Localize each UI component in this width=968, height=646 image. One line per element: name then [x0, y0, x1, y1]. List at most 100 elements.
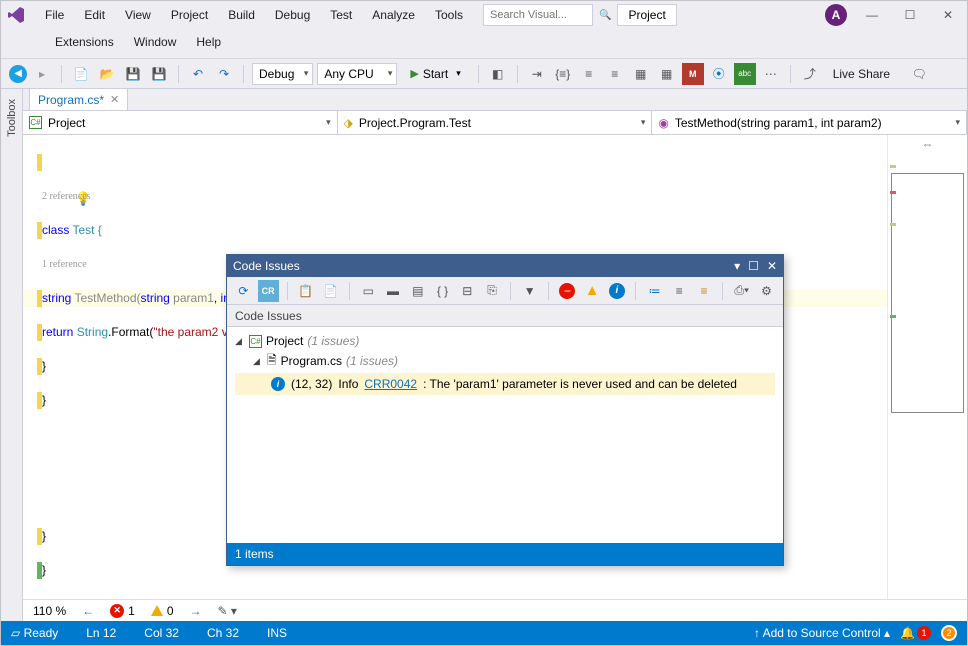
user-avatar[interactable]: A — [825, 4, 847, 26]
pen-icon[interactable]: ✎ ▾ — [218, 604, 237, 618]
split-icon[interactable]: ⇔ — [922, 137, 934, 151]
status-col[interactable]: Col 32 — [144, 626, 179, 640]
menu-build[interactable]: Build — [220, 6, 263, 24]
expand-icon[interactable]: ◢ — [253, 356, 263, 367]
nav-prev-icon[interactable]: ← — [82, 604, 94, 618]
panel-close-icon[interactable]: ✕ — [767, 259, 777, 273]
menu-test[interactable]: Test — [322, 6, 360, 24]
panel-view3[interactable]: ≡ — [694, 280, 715, 302]
file-tab[interactable]: Program.cs* ✕ — [29, 89, 128, 110]
title-search-input[interactable] — [483, 4, 593, 26]
warning-count[interactable]: 0 — [151, 604, 174, 618]
minimize-button[interactable]: — — [859, 2, 885, 28]
panel-export[interactable]: ⎙▾ — [731, 280, 752, 302]
save-all-button[interactable]: 💾 — [148, 63, 170, 85]
menu-edit[interactable]: Edit — [76, 6, 113, 24]
panel-dropdown-icon[interactable]: ▾ — [734, 259, 740, 273]
tb-list1[interactable]: ≡ — [578, 63, 600, 85]
toolbox-tab[interactable]: Toolbox — [1, 89, 23, 621]
status-right-badge[interactable]: 2 — [941, 625, 957, 641]
menu-debug[interactable]: Debug — [267, 6, 318, 24]
redo-button[interactable]: ↷ — [213, 63, 235, 85]
status-line[interactable]: Ln 12 — [86, 626, 116, 640]
codelens-refs[interactable]: 2 references — [42, 188, 91, 205]
panel-btn-tree[interactable]: ⊟ — [457, 280, 478, 302]
menu-help[interactable]: Help — [188, 33, 229, 51]
panel-btn-1[interactable]: 📋 — [295, 280, 316, 302]
csharp-icon: C# — [29, 116, 42, 129]
error-count[interactable]: ✕1 — [110, 604, 135, 618]
issue-code-link[interactable]: CRR0042 — [364, 377, 417, 391]
tb-box1[interactable]: ▦ — [630, 63, 652, 85]
tb-box2[interactable]: ▦ — [656, 63, 678, 85]
panel-view2[interactable]: ≡ — [669, 280, 690, 302]
menu-extensions[interactable]: Extensions — [47, 33, 122, 51]
tb-brace[interactable]: {≡} — [552, 63, 574, 85]
cr-button[interactable]: CR — [258, 280, 279, 302]
new-item-button[interactable]: 📄 — [70, 63, 92, 85]
tb-indent[interactable]: ⇥ — [526, 63, 548, 85]
statusbar: ▱ Ready Ln 12 Col 32 Ch 32 INS ↑ Add to … — [1, 621, 967, 645]
menu-window[interactable]: Window — [126, 33, 185, 51]
panel-btn-4[interactable]: ▬ — [383, 280, 404, 302]
codelens-refs[interactable]: 1 reference — [42, 256, 87, 273]
status-ins[interactable]: INS — [267, 626, 287, 640]
start-debug-button[interactable]: ▶Start▾ — [401, 63, 469, 85]
menu-file[interactable]: File — [37, 6, 72, 24]
file-icon: 🗎 — [267, 351, 277, 372]
panel-body[interactable]: ◢ C# Project (1 issues) ◢ 🗎 Program.cs (… — [227, 327, 783, 543]
platform-combo[interactable]: Any CPU — [317, 63, 397, 85]
refresh-button[interactable]: ⟳ — [233, 280, 254, 302]
panel-warning-toggle[interactable]: ▲ — [582, 280, 603, 302]
panel-btn-copy[interactable]: ⎘ — [482, 280, 503, 302]
info-icon: i — [271, 377, 285, 391]
panel-btn-braces[interactable]: { } — [432, 280, 453, 302]
tb-abc[interactable]: abc — [734, 63, 756, 85]
issue-row[interactable]: i (12, 32) Info CRR0042 : The 'param1' p… — [235, 373, 775, 395]
panel-maximize-icon[interactable]: ☐ — [748, 259, 759, 273]
liveshare-button[interactable]: Live Share — [825, 65, 898, 83]
panel-btn-5[interactable]: ▤ — [407, 280, 428, 302]
tb-more[interactable]: ⋯ — [760, 63, 782, 85]
panel-info-toggle[interactable]: i — [607, 280, 628, 302]
tab-close-icon[interactable]: ✕ — [110, 93, 119, 106]
nav-member-combo[interactable]: ◉ TestMethod(string param1, int param2) — [652, 111, 967, 134]
panel-view1[interactable]: ≔ — [644, 280, 665, 302]
overview-viewport[interactable] — [891, 173, 964, 413]
nav-scope-combo[interactable]: C# Project — [23, 111, 338, 134]
menu-analyze[interactable]: Analyze — [364, 6, 423, 24]
source-control-button[interactable]: ↑ Add to Source Control ▴ — [754, 626, 890, 640]
zoom-level[interactable]: 110 % — [33, 604, 66, 618]
panel-titlebar[interactable]: Code Issues ▾ ☐ ✕ — [227, 255, 783, 277]
status-ch[interactable]: Ch 32 — [207, 626, 239, 640]
tb-pin[interactable]: ⦿ — [708, 63, 730, 85]
tree-row-file[interactable]: ◢ 🗎 Program.cs (1 issues) — [235, 351, 775, 371]
maximize-button[interactable]: ☐ — [897, 2, 923, 28]
nav-back-button[interactable]: ◀ — [9, 65, 27, 83]
save-button[interactable]: 💾 — [122, 63, 144, 85]
tb-ext1[interactable]: ◧ — [487, 63, 509, 85]
nav-class-combo[interactable]: ⬗ Project.Program.Test — [338, 111, 653, 134]
notifications-button[interactable]: 🔔1 — [900, 626, 931, 640]
overview-ruler[interactable]: ⇔ — [887, 135, 967, 599]
undo-button[interactable]: ↶ — [187, 63, 209, 85]
panel-btn-3[interactable]: ▭ — [358, 280, 379, 302]
nav-next-icon[interactable]: → — [190, 604, 202, 618]
panel-settings[interactable]: ⚙ — [756, 280, 777, 302]
menu-view[interactable]: View — [117, 6, 159, 24]
tb-list2[interactable]: ≡ — [604, 63, 626, 85]
panel-error-toggle[interactable]: − — [557, 280, 578, 302]
tb-m-icon[interactable]: M — [682, 63, 704, 85]
filter-button[interactable]: ▼ — [519, 280, 540, 302]
nav-fwd-button[interactable]: ▸ — [31, 63, 53, 85]
title-search-filter[interactable]: Project — [617, 4, 676, 26]
tree-row-project[interactable]: ◢ C# Project (1 issues) — [235, 331, 775, 351]
menu-project[interactable]: Project — [163, 6, 216, 24]
expand-icon[interactable]: ◢ — [235, 336, 245, 347]
close-button[interactable]: ✕ — [935, 2, 961, 28]
panel-btn-2[interactable]: 📄 — [320, 280, 341, 302]
tb-feedback[interactable]: 🗨 — [908, 63, 930, 85]
config-combo[interactable]: Debug — [252, 63, 313, 85]
open-button[interactable]: 📂 — [96, 63, 118, 85]
menu-tools[interactable]: Tools — [427, 6, 471, 24]
